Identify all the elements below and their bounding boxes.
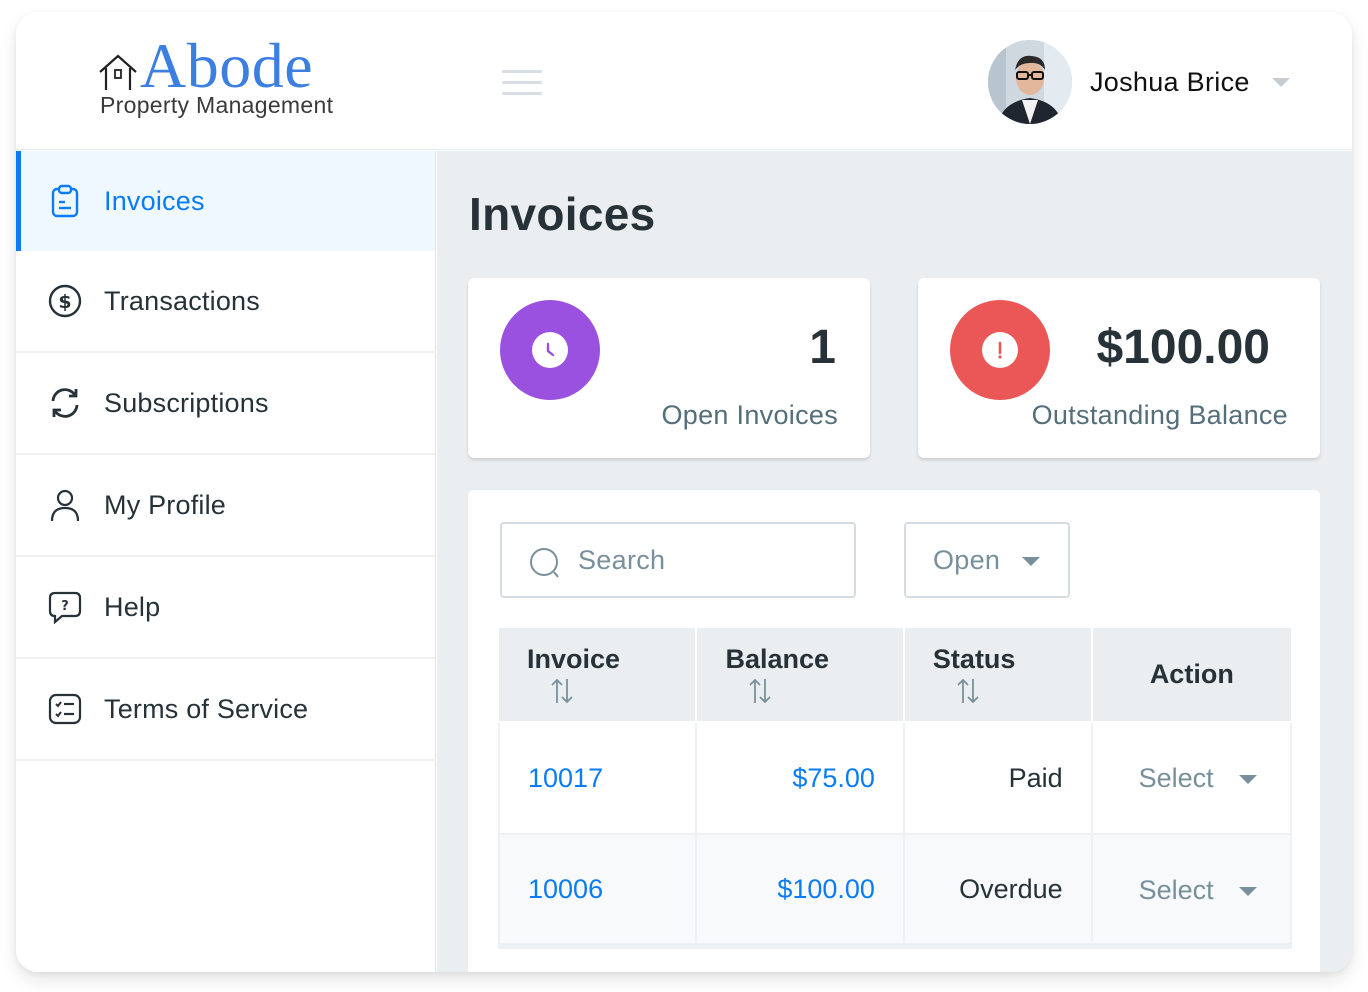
invoice-number-link[interactable]: 10017: [497, 721, 698, 835]
refresh-icon: [48, 386, 82, 420]
clock-icon: [532, 332, 568, 368]
table-row: 10006 $100.00 Overdue Select: [497, 833, 1293, 949]
avatar[interactable]: [988, 40, 1072, 124]
caret-down-icon: [1022, 557, 1040, 566]
column-header-label: Balance: [725, 643, 830, 674]
stat-icon-badge: [500, 300, 600, 400]
sort-icon[interactable]: [747, 677, 773, 705]
action-select[interactable]: Select: [1090, 833, 1293, 949]
invoice-balance-link[interactable]: $75.00: [695, 721, 905, 835]
sidebar-item-subscriptions[interactable]: Subscriptions: [16, 353, 435, 455]
sidebar-item-label: Terms of Service: [104, 693, 309, 724]
svg-text:$: $: [58, 291, 71, 313]
search-placeholder: Search: [578, 544, 666, 575]
invoices-table-card: Search Open Invoice Balance Status Actio…: [468, 490, 1320, 972]
user-name[interactable]: Joshua Brice: [1090, 67, 1250, 98]
sort-icon[interactable]: [955, 677, 981, 705]
user-icon: [48, 488, 82, 522]
hamburger-line: [502, 81, 542, 84]
checklist-icon: [48, 692, 82, 726]
hamburger-line: [502, 70, 542, 73]
sidebar-item-label: Invoices: [104, 185, 205, 216]
sidebar-item-label: Transactions: [104, 285, 260, 316]
logo-subtitle: Property Management: [100, 92, 334, 118]
help-bubble-icon: ?: [48, 590, 82, 624]
dollar-circle-icon: $: [48, 284, 82, 318]
column-header-label: Invoice: [527, 643, 621, 674]
main-content: Invoices 1 Open Invoices $100.00 Outstan…: [437, 151, 1352, 972]
invoice-balance-link[interactable]: $100.00: [695, 833, 905, 949]
invoices-table: Invoice Balance Status Action 10017 $75.…: [497, 628, 1293, 949]
invoice-number-link[interactable]: 10006: [497, 833, 698, 949]
invoice-status: Overdue: [902, 833, 1093, 949]
table-row: 10017 $75.00 Paid Select: [497, 721, 1293, 835]
chevron-down-icon[interactable]: [1271, 77, 1290, 87]
sidebar-item-transactions[interactable]: $ Transactions: [16, 251, 435, 353]
alert-icon: [982, 332, 1018, 368]
page-title: Invoices: [469, 188, 656, 240]
sidebar-item-my-profile[interactable]: My Profile: [16, 455, 435, 557]
sidebar-item-terms-of-service[interactable]: Terms of Service: [16, 659, 435, 761]
column-header-action: Action: [1090, 628, 1291, 723]
action-select-value: Select: [1138, 875, 1214, 905]
caret-down-icon: [1238, 887, 1257, 896]
sidebar-item-label: Subscriptions: [104, 387, 269, 418]
user-menu[interactable]: Joshua Brice: [988, 40, 1290, 124]
stat-card-outstanding-balance: $100.00 Outstanding Balance: [918, 278, 1320, 458]
column-header-invoice[interactable]: Invoice: [499, 628, 698, 723]
stat-icon-badge: [950, 300, 1050, 400]
logo-wordmark: Abode: [140, 30, 314, 101]
column-header-label: Action: [1149, 659, 1234, 689]
status-filter-select[interactable]: Open: [904, 522, 1070, 598]
stat-label: Open Invoices: [661, 400, 838, 430]
clipboard-icon: [48, 184, 82, 218]
logo[interactable]: Abode Property Management: [98, 34, 358, 124]
action-select[interactable]: Select: [1090, 721, 1293, 835]
column-header-balance[interactable]: Balance: [695, 628, 905, 723]
hamburger-line: [502, 92, 542, 95]
stat-value: $100.00: [1096, 321, 1270, 374]
svg-text:?: ?: [61, 599, 69, 614]
stat-label: Outstanding Balance: [1031, 400, 1288, 430]
sidebar-item-label: Help: [104, 591, 161, 622]
invoice-status: Paid: [902, 721, 1093, 835]
sort-icon[interactable]: [549, 677, 575, 705]
house-icon: [99, 54, 137, 90]
column-header-label: Status: [932, 643, 1016, 674]
search-input[interactable]: Search: [500, 522, 856, 598]
sidebar: Invoices $ Transactions Subscriptions My…: [16, 151, 436, 972]
caret-down-icon: [1238, 775, 1257, 784]
search-icon: [530, 548, 559, 578]
menu-toggle-button[interactable]: [502, 70, 544, 96]
avatar-photo: [988, 40, 1072, 124]
sidebar-item-help[interactable]: ? Help: [16, 557, 435, 659]
sidebar-item-invoices[interactable]: Invoices: [16, 151, 435, 251]
top-header: Abode Property Management Joshua Brice: [16, 12, 1352, 150]
stat-value: 1: [809, 321, 836, 374]
stat-card-open-invoices: 1 Open Invoices: [468, 278, 870, 458]
column-header-status[interactable]: Status: [902, 628, 1093, 723]
app-window: Abode Property Management Joshua Brice I…: [16, 12, 1352, 972]
status-filter-value: Open: [933, 545, 1001, 575]
sidebar-item-label: My Profile: [104, 489, 227, 520]
action-select-value: Select: [1138, 763, 1214, 793]
